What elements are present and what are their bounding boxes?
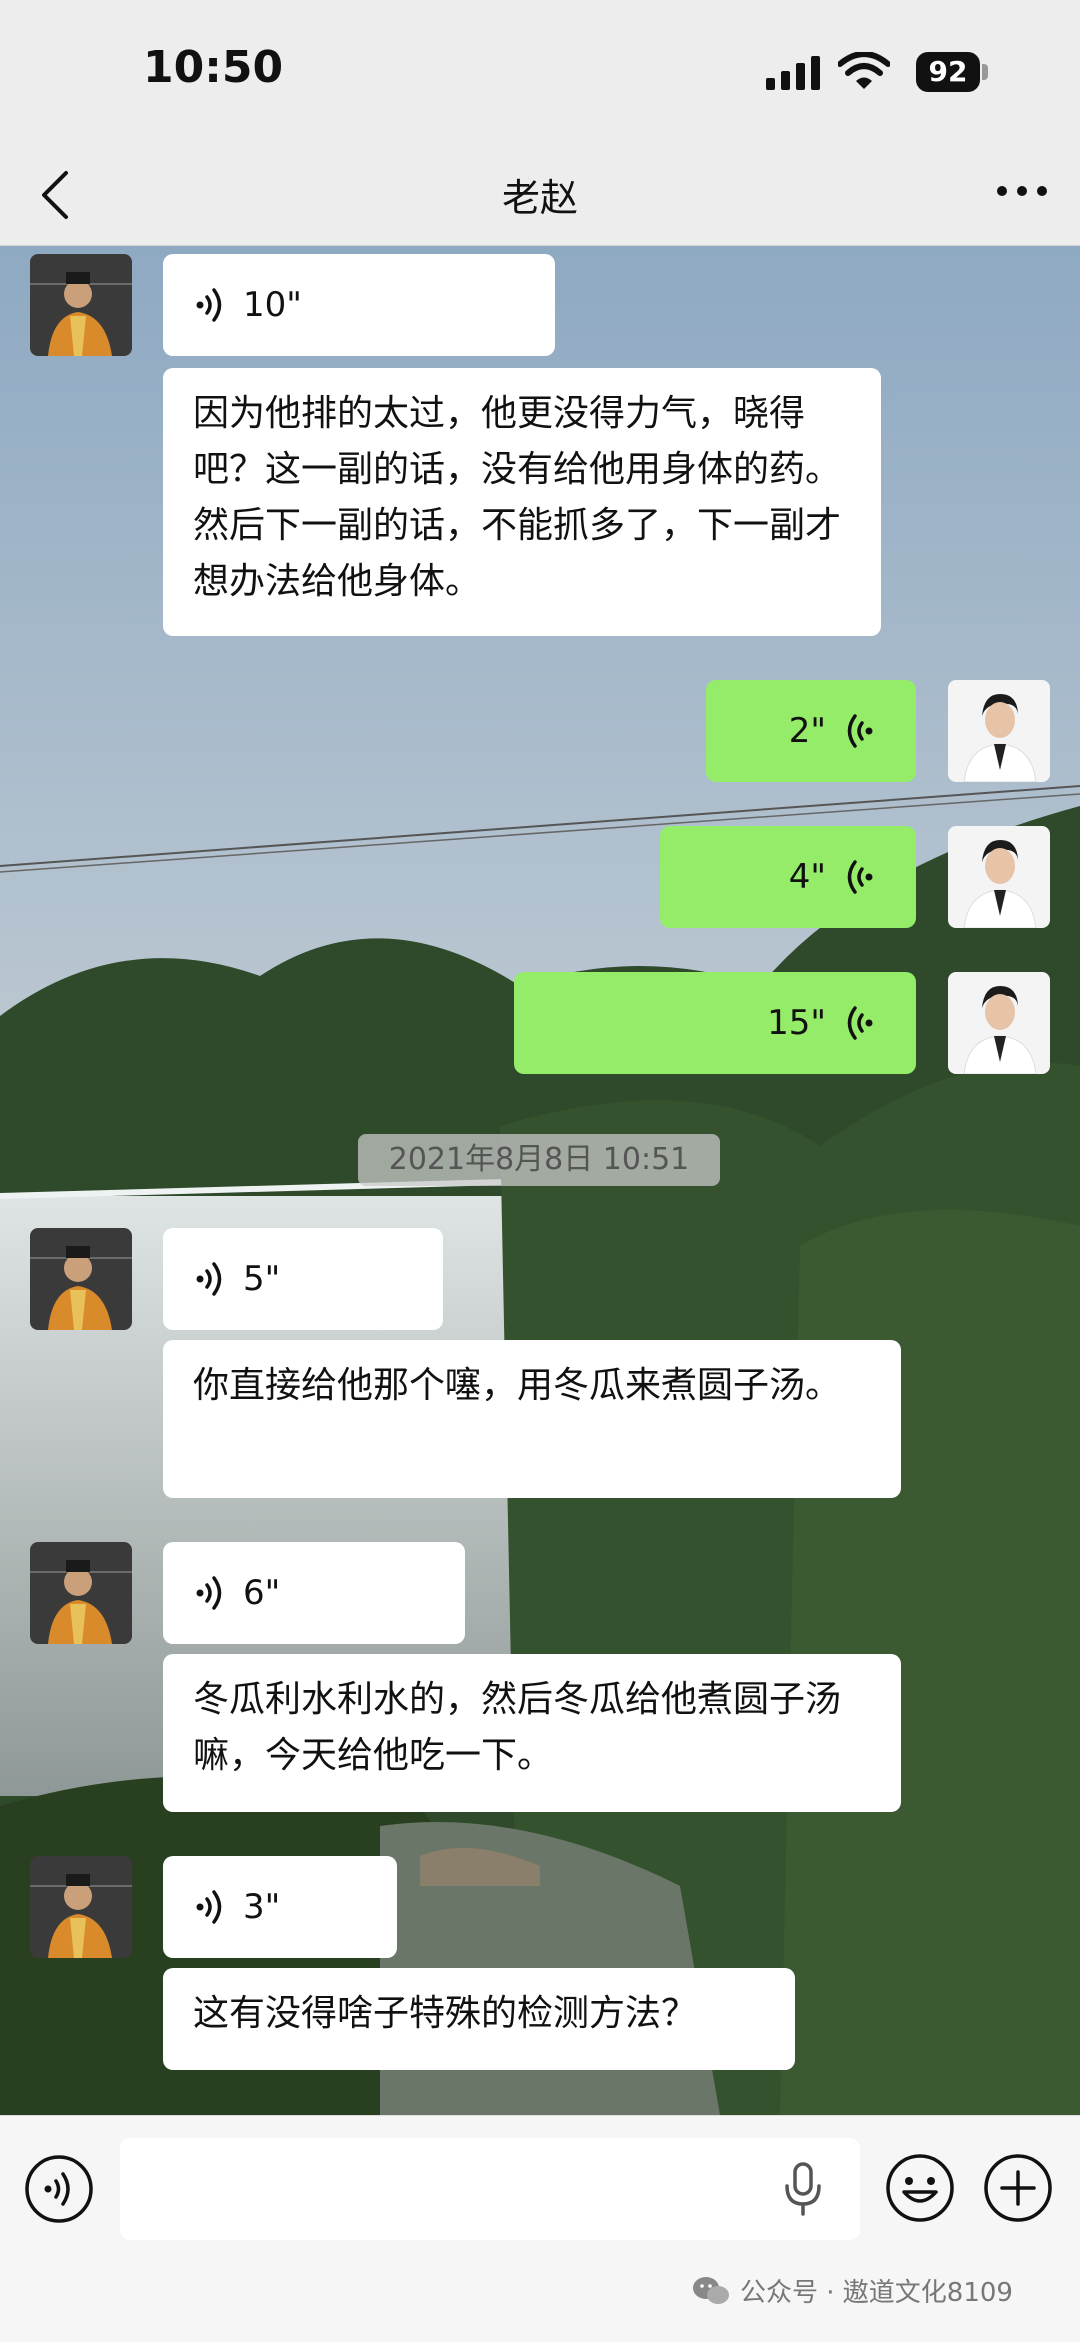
voice-message[interactable]: 5" — [163, 1228, 443, 1330]
watermark: 公众号 · 遨道文化8109 — [692, 2272, 1013, 2309]
chat-area[interactable]: 10" 因为他排的太过，他更没得力气，晓得吧？这一副的话，没有给他用身体的药。然… — [0, 246, 1080, 2115]
voice-message[interactable]: 15" — [514, 972, 916, 1074]
message-text: 这有没得啥子特殊的检测方法？ — [193, 1993, 698, 2034]
more-dots-icon[interactable] — [992, 171, 1052, 211]
contact-avatar[interactable] — [30, 1228, 132, 1330]
avatar-image — [948, 826, 1050, 928]
voice-duration: 4" — [788, 857, 826, 897]
avatar-image — [30, 1228, 132, 1330]
watermark-text: 公众号 · 遨道文化8109 — [740, 2278, 1013, 2308]
cellular-signal-icon — [766, 56, 820, 90]
voice-wave-icon — [196, 1262, 222, 1296]
voice-duration: 2" — [788, 711, 826, 751]
voice-message[interactable]: 10" — [163, 254, 555, 356]
voice-duration: 3" — [243, 1887, 281, 1927]
contact-avatar[interactable] — [30, 254, 132, 356]
voice-wave-icon — [847, 860, 873, 894]
wechat-logo-icon — [693, 2276, 729, 2304]
battery-tip — [982, 64, 988, 80]
text-message[interactable]: 这有没得啥子特殊的检测方法？ — [163, 1968, 795, 2070]
battery-indicator: 92 — [916, 52, 980, 92]
voice-wave-icon — [847, 714, 873, 748]
message-text: 因为他排的太过，他更没得力气，晓得吧？这一副的话，没有给他用身体的药。然后下一副… — [193, 393, 842, 602]
voice-message[interactable]: 2" — [706, 680, 916, 782]
my-avatar[interactable] — [948, 972, 1050, 1074]
my-avatar[interactable] — [948, 680, 1050, 782]
text-message[interactable]: 冬瓜利水利水的，然后冬瓜给他煮圆子汤嘛，今天给他吃一下。 — [163, 1654, 901, 1812]
message-timestamp: 2021年8月8日 10:51 — [358, 1134, 720, 1186]
status-time: 10:50 — [143, 42, 284, 93]
voice-duration: 6" — [243, 1573, 281, 1613]
message-input[interactable] — [120, 2138, 860, 2240]
emoji-icon[interactable] — [884, 2152, 956, 2224]
wifi-icon — [838, 52, 890, 89]
voice-wave-icon — [196, 288, 222, 322]
voice-message[interactable]: 4" — [660, 826, 916, 928]
avatar-image — [30, 254, 132, 356]
microphone-icon[interactable] — [780, 2160, 826, 2218]
voice-wave-icon — [196, 1576, 222, 1610]
voice-mode-icon[interactable] — [24, 2154, 94, 2224]
voice-duration: 15" — [767, 1003, 826, 1043]
avatar-image — [948, 680, 1050, 782]
avatar-image — [30, 1542, 132, 1644]
voice-message[interactable]: 6" — [163, 1542, 465, 1644]
status-bar: 10:50 92 — [0, 0, 1080, 145]
voice-message[interactable]: 3" — [163, 1856, 397, 1958]
contact-avatar[interactable] — [30, 1856, 132, 1958]
message-text: 你直接给他那个噻，用冬瓜来煮圆子汤。 — [193, 1365, 842, 1406]
text-message[interactable]: 你直接给他那个噻，用冬瓜来煮圆子汤。 — [163, 1340, 901, 1498]
plus-icon[interactable] — [982, 2152, 1054, 2224]
chat-header: 老赵 — [0, 145, 1080, 246]
avatar-image — [948, 972, 1050, 1074]
message-text: 冬瓜利水利水的，然后冬瓜给他煮圆子汤嘛，今天给他吃一下。 — [193, 1679, 842, 1776]
contact-avatar[interactable] — [30, 1542, 132, 1644]
text-message[interactable]: 因为他排的太过，他更没得力气，晓得吧？这一副的话，没有给他用身体的药。然后下一副… — [163, 368, 881, 636]
voice-wave-icon — [847, 1006, 873, 1040]
chat-title: 老赵 — [501, 176, 578, 220]
voice-wave-icon — [196, 1890, 222, 1924]
voice-duration: 10" — [243, 285, 302, 325]
my-avatar[interactable] — [948, 826, 1050, 928]
avatar-image — [30, 1856, 132, 1958]
voice-duration: 5" — [243, 1259, 281, 1299]
